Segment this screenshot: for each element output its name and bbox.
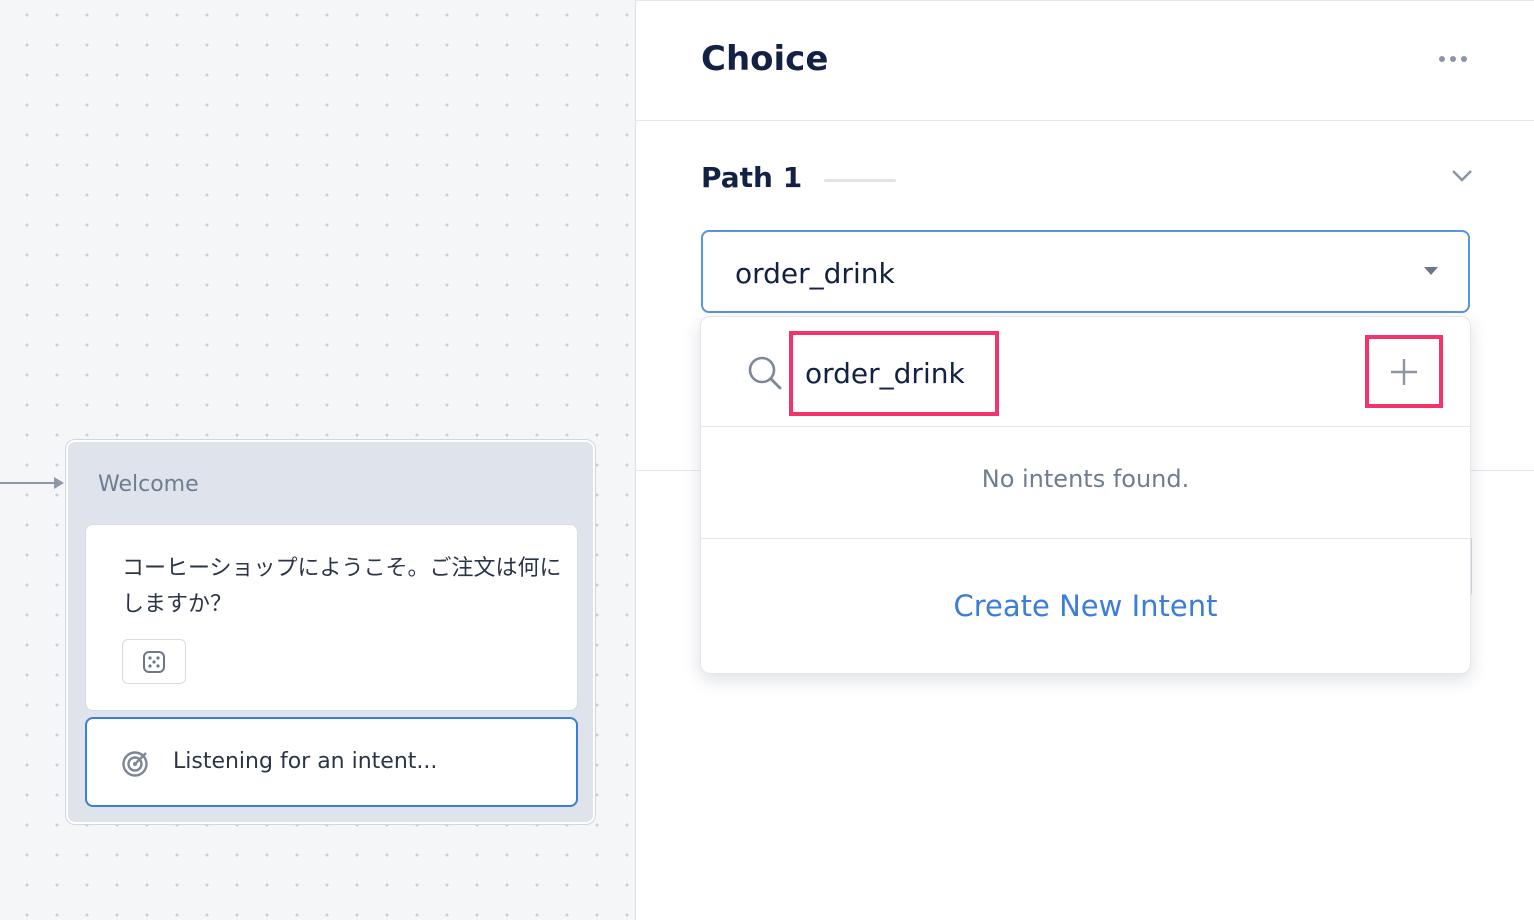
add-intent-button[interactable]	[1365, 335, 1443, 408]
caret-down-icon	[1424, 267, 1438, 275]
plus-icon	[1391, 358, 1417, 385]
speak-step[interactable]: コーヒーショップにようこそ。ご注文は何にしますか？	[85, 524, 578, 711]
speak-step-text: コーヒーショップにようこそ。ご注文は何にしますか？	[122, 556, 562, 617]
empty-results: No intents found.	[701, 427, 1470, 539]
flow-canvas[interactable]: Welcome コーヒーショップにようこそ。ご注文は何にしますか？ Listen…	[0, 0, 635, 920]
listen-step[interactable]: Listening for an intent...	[85, 717, 578, 807]
welcome-block[interactable]: Welcome コーヒーショップにようこそ。ご注文は何にしますか？ Listen…	[66, 440, 595, 824]
more-horizontal-icon[interactable]	[1439, 56, 1467, 62]
block-title: Welcome	[98, 472, 199, 497]
intent-search-input[interactable]	[789, 331, 999, 416]
intent-select[interactable]: order_drink	[701, 230, 1470, 313]
intent-search-row	[701, 317, 1470, 427]
path-divider	[824, 179, 896, 182]
panel-header: Choice	[636, 0, 1534, 121]
search-icon	[748, 356, 782, 390]
panel-title: Choice	[701, 39, 829, 79]
path-label: Path 1	[701, 161, 803, 194]
intent-select-value: order_drink	[735, 257, 895, 290]
no-intents-text: No intents found.	[981, 465, 1190, 493]
connection-line	[0, 482, 56, 484]
intent-dropdown: No intents found. Create New Intent	[700, 316, 1471, 674]
create-new-intent-link[interactable]: Create New Intent	[701, 539, 1470, 673]
listen-step-text: Listening for an intent...	[173, 749, 438, 774]
chevron-down-icon[interactable]	[1451, 169, 1473, 183]
target-icon	[122, 751, 148, 777]
dice-icon[interactable]	[122, 639, 186, 684]
connection-arrow	[54, 477, 64, 489]
